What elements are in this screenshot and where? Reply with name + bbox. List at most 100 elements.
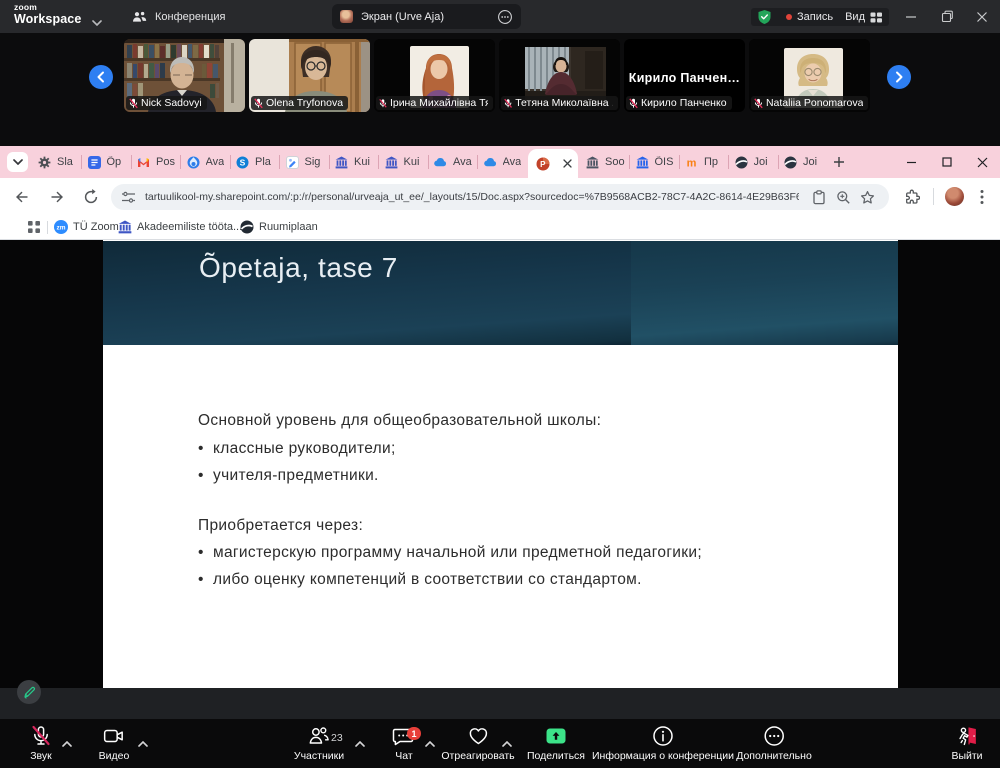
browser-tab-6[interactable]: Sig <box>281 152 331 172</box>
browser-tab-11[interactable]: Soo <box>581 152 631 172</box>
tab-label: Pla <box>255 156 271 168</box>
pencil-icon <box>23 686 36 699</box>
bookmark-ruumiplaan[interactable]: Ruumiplaan <box>240 215 318 239</box>
audio-options-chevron[interactable] <box>62 734 72 752</box>
window-minimize-button[interactable] <box>896 0 926 33</box>
chat-options-chevron[interactable] <box>425 734 435 752</box>
browser-tab-14[interactable]: Joi <box>730 152 780 172</box>
slide-bullet: •магистерскую программу начальной или пр… <box>198 544 702 562</box>
extensions-icon[interactable] <box>900 185 924 209</box>
browser-maximize-button[interactable] <box>932 146 962 178</box>
cloud-favicon <box>434 156 447 169</box>
gear-favicon <box>38 156 51 169</box>
previous-participants-button[interactable] <box>89 65 113 89</box>
bookmark-label: Ruumiplaan <box>259 221 318 233</box>
browser-tab-9[interactable]: Ava <box>429 152 479 172</box>
site-settings-icon[interactable] <box>121 191 136 204</box>
browser-back-button[interactable] <box>10 185 34 209</box>
mic-muted-icon <box>254 98 263 109</box>
browser-menu-kebab-icon[interactable] <box>970 185 994 209</box>
browser-reload-button[interactable] <box>79 185 103 209</box>
browser-tab-13[interactable]: m Пр <box>680 152 730 172</box>
tab-label: Ava <box>206 156 225 168</box>
video-tile-kyrylo[interactable]: Кирило Панчен… Кирило Панченко <box>624 39 745 112</box>
chat-label: Чат <box>395 750 412 762</box>
tab-close-icon[interactable] <box>563 159 572 168</box>
browser-tab-8[interactable]: Kui <box>380 152 430 172</box>
recording-label: Запись <box>797 11 833 23</box>
tab-meeting[interactable]: Конференция <box>132 0 225 33</box>
tab-search-button[interactable] <box>7 152 28 172</box>
cloud-favicon <box>484 156 497 169</box>
video-tile-nataliia[interactable]: Nataliia Ponomarova <box>749 39 870 112</box>
tab-options-ellipsis-icon[interactable] <box>497 9 513 25</box>
url-text[interactable]: tartuulikool-my.sharepoint.com/:p:/r/per… <box>145 191 799 203</box>
tab-label: Soo <box>605 156 625 168</box>
participants-video-strip: Nick Sadovyi <box>0 33 1000 146</box>
annotate-pencil-button[interactable] <box>17 680 41 704</box>
video-tile-nick-sadovyi[interactable]: Nick Sadovyi <box>124 39 245 112</box>
next-participants-button[interactable] <box>887 65 911 89</box>
save-clipboard-button[interactable] <box>807 190 831 205</box>
bookmark-akadeemiliste[interactable]: Akadeemiliste tööta... <box>118 215 242 239</box>
profile-avatar[interactable] <box>945 187 964 206</box>
more-button[interactable]: Дополнительно <box>736 724 812 762</box>
screen-share-avatar <box>340 10 353 23</box>
info-icon <box>651 724 675 748</box>
react-options-chevron[interactable] <box>502 734 512 752</box>
titlebar-status-group: Запись Вид <box>751 8 889 26</box>
participants-options-chevron[interactable] <box>355 734 365 752</box>
meeting-info-button[interactable]: Информация о конференции <box>592 724 734 762</box>
bookmark-tu-zoom[interactable]: zm TÜ Zoom <box>54 215 119 239</box>
audio-button[interactable]: Звук <box>29 724 53 762</box>
tab-screen-share[interactable]: Экран (Urve Aja) <box>332 4 521 29</box>
workspace-chevron-down-icon[interactable] <box>92 13 102 31</box>
security-shield-icon[interactable] <box>757 9 772 25</box>
browser-tab-15[interactable]: Joi <box>779 152 829 172</box>
browser-tab-2[interactable]: Õp <box>83 152 133 172</box>
share-screen-button[interactable]: Поделиться <box>527 724 585 762</box>
slide-paragraph: Приобретается через: <box>198 517 363 535</box>
browser-tab-active-powerpoint[interactable]: P <box>528 149 578 178</box>
browser-tab-10[interactable]: Ava <box>479 152 529 172</box>
new-tab-button[interactable] <box>829 152 849 172</box>
browser-minimize-button[interactable] <box>896 146 926 178</box>
audio-label: Звук <box>30 750 52 762</box>
slide-title: Õpetaja, tase 7 <box>199 252 398 284</box>
slide-bullet: •классные руководители; <box>198 440 396 458</box>
tab-meeting-label: Конференция <box>155 11 225 23</box>
bookmarks-divider <box>47 221 48 234</box>
people-icon <box>132 11 148 23</box>
browser-tab-12[interactable]: ÕIS <box>631 152 681 172</box>
browser-forward-button[interactable] <box>45 185 69 209</box>
slide-bullet: •учителя-предметники. <box>198 467 379 485</box>
share-screen-icon <box>544 724 568 748</box>
leave-button[interactable]: Выйти <box>951 724 982 762</box>
browser-tab-5[interactable]: S Pla <box>231 152 281 172</box>
browser-tab-3[interactable]: Pos <box>132 152 182 172</box>
browser-close-button[interactable] <box>967 146 997 178</box>
window-restore-button[interactable] <box>932 0 962 33</box>
browser-tab-4[interactable]: Ava <box>182 152 232 172</box>
video-options-chevron[interactable] <box>138 734 148 752</box>
leave-meeting-icon <box>955 724 979 748</box>
browser-tab-7[interactable]: Kui <box>330 152 380 172</box>
bookmark-star-button[interactable] <box>855 190 879 205</box>
svg-text:zm: zm <box>56 225 65 232</box>
browser-tab-1[interactable]: Sla <box>33 152 83 172</box>
view-button-label[interactable]: Вид <box>845 11 865 23</box>
gallery-view-icon[interactable] <box>870 12 883 23</box>
apps-grid-icon[interactable] <box>27 215 41 239</box>
window-close-button[interactable] <box>967 0 997 33</box>
video-tile-tetiana[interactable]: Тетяна Миколаївна … <box>499 39 620 112</box>
video-button[interactable]: Видео <box>99 724 130 762</box>
video-tile-iryna[interactable]: Ірина Михайлівна Тя… <box>374 39 495 112</box>
zoom-page-button[interactable] <box>831 190 855 205</box>
university-favicon <box>586 156 599 169</box>
address-bar[interactable]: tartuulikool-my.sharepoint.com/:p:/r/per… <box>111 184 889 210</box>
video-tile-olena-tryfonova[interactable]: Olena Tryfonova <box>249 39 370 112</box>
university-favicon <box>636 156 649 169</box>
tab-label: Sla <box>57 156 73 168</box>
svg-text:S: S <box>240 157 246 167</box>
moodle-favicon: m <box>685 156 698 169</box>
